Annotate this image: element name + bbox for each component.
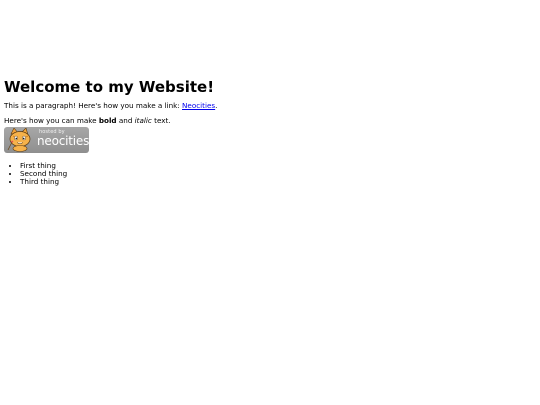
list-item: First thing [20, 162, 524, 170]
italic-text: italic [134, 116, 152, 125]
formatting-text-end: text. [151, 116, 171, 125]
paragraph-link-text: This is a paragraph! Here's how you make… [4, 101, 183, 110]
bold-text: bold [98, 116, 117, 125]
paragraph-formatting: Here's how you can make bold and italic … [4, 116, 524, 126]
badge-neocities-text: neocities [37, 134, 89, 148]
page-title: Welcome to my Website! [4, 78, 215, 96]
bullet-list: First thing Second thing Third thing [4, 162, 524, 186]
neocities-link[interactable]: Neocities [182, 101, 215, 110]
formatting-text-middle: and [116, 116, 135, 125]
page: Welcome to my Website! This is a paragra… [0, 0, 540, 405]
list-item: Second thing [20, 170, 524, 178]
page-content: Welcome to my Website! This is a paragra… [4, 79, 524, 186]
formatting-text-start: Here's how you can make [4, 116, 99, 125]
list-item: Third thing [20, 178, 524, 186]
paragraph-link-end: . [215, 101, 218, 110]
neocities-cat-logo-icon [7, 128, 31, 152]
hosted-by-neocities-badge[interactable]: hosted by neocities [4, 127, 89, 153]
paragraph-link: This is a paragraph! Here's how you make… [4, 101, 524, 111]
